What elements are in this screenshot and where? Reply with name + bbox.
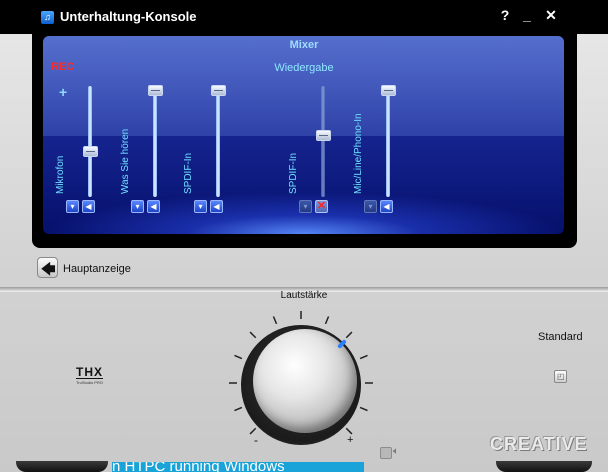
volume-min-label: - <box>254 433 258 447</box>
standard-label: Standard <box>538 331 583 343</box>
foot-right <box>496 461 592 472</box>
standard-button-icon: ◰ <box>557 372 565 381</box>
standard-button[interactable]: ◰ <box>554 370 567 383</box>
thx-logo: THX <box>76 365 103 379</box>
volume-tick <box>249 331 257 339</box>
speaker-button[interactable] <box>380 447 392 459</box>
creative-logo: CREATIVE <box>490 434 588 454</box>
speaker-icon: 🔈︎ <box>393 446 399 457</box>
volume-tick <box>359 406 368 412</box>
background-window-text: n HTPC running Windows <box>112 462 285 472</box>
volume-max-label: + <box>347 434 354 446</box>
volume-tick <box>359 354 368 360</box>
volume-tick <box>234 354 243 360</box>
foot-left <box>16 461 108 472</box>
volume-tick <box>324 316 330 325</box>
background-window-strip: n HTPC running Windows <box>112 462 364 472</box>
console-window: ♫ Unterhaltung-Konsole ? _ ✕ Mixer Wiede… <box>0 0 608 472</box>
volume-tick <box>345 331 353 339</box>
volume-tick <box>272 316 278 325</box>
volume-tick <box>234 406 243 412</box>
thx-sublabel: TruStudio PRO <box>76 380 103 385</box>
